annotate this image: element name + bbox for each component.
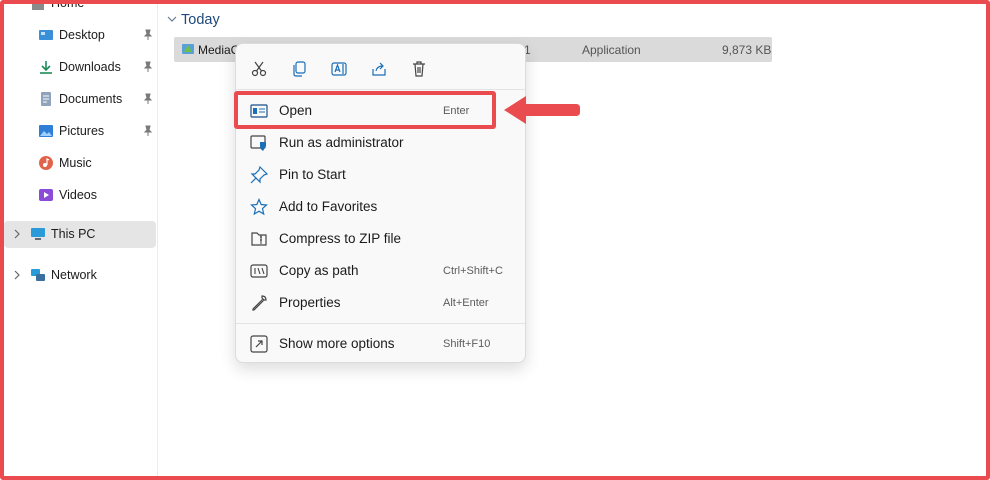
- file-name: MediaC: [198, 43, 240, 57]
- sidebar-item-pictures[interactable]: Pictures: [4, 118, 156, 144]
- network-icon: [31, 269, 45, 281]
- star-icon: [250, 198, 268, 216]
- sidebar-item-label: Documents: [59, 92, 123, 106]
- home-icon: [32, 0, 44, 10]
- zip-icon: [251, 232, 267, 246]
- rename-button[interactable]: [327, 58, 351, 80]
- highlight-box: [234, 91, 496, 129]
- share-icon: [372, 62, 386, 76]
- menu-item-show-more-options[interactable]: Show more options Shift+F10: [240, 329, 521, 357]
- menu-item-shortcut: Ctrl+Shift+C: [443, 265, 503, 277]
- menu-item-label: Pin to Start: [279, 167, 346, 182]
- downloads-icon: [40, 61, 52, 74]
- menu-item-compress-to-zip[interactable]: Compress to ZIP file: [240, 224, 521, 252]
- chevron-right-icon[interactable]: [12, 269, 22, 281]
- sidebar-item-home[interactable]: Home: [4, 0, 156, 16]
- menu-item-add-to-favorites[interactable]: Add to Favorites: [240, 192, 521, 220]
- menu-item-copy-as-path[interactable]: Copy as path Ctrl+Shift+C: [240, 256, 521, 284]
- pin-icon[interactable]: [142, 93, 154, 105]
- file-size: 9,873 KB: [722, 43, 772, 57]
- sidebar-item-downloads[interactable]: Downloads: [4, 54, 156, 80]
- application-icon: [182, 44, 194, 54]
- sidebar-item-videos[interactable]: Videos: [4, 182, 156, 208]
- chevron-down-icon[interactable]: [12, 0, 22, 9]
- sidebar-item-music[interactable]: Music: [4, 150, 156, 176]
- menu-item-shortcut: Shift+F10: [443, 338, 491, 350]
- arrow-icon: [504, 96, 580, 124]
- menu-item-label: Run as administrator: [279, 135, 404, 150]
- sidebar-item-label: Pictures: [59, 124, 105, 138]
- copy-icon: [293, 61, 306, 77]
- sidebar-item-label: Network: [51, 268, 97, 282]
- group-header-today[interactable]: Today: [181, 12, 220, 28]
- menu-item-shortcut: Alt+Enter: [443, 297, 489, 309]
- sidebar-item-label: This PC: [51, 227, 96, 241]
- wrench-icon: [252, 295, 267, 311]
- copy-path-icon: [250, 264, 268, 278]
- computer-icon: [31, 228, 45, 240]
- sidebar-item-this-pc[interactable]: This PC: [4, 221, 156, 248]
- music-icon: [39, 156, 53, 170]
- file-type: Application: [582, 43, 641, 57]
- sidebar-item-label: Videos: [59, 188, 97, 202]
- copy-button[interactable]: [287, 58, 311, 80]
- sidebar-item-label: Downloads: [59, 60, 121, 74]
- rename-icon: [331, 62, 347, 76]
- cut-button[interactable]: [247, 58, 271, 80]
- menu-item-pin-to-start[interactable]: Pin to Start: [240, 160, 521, 188]
- desktop-icon: [39, 30, 53, 40]
- menu-item-label: Show more options: [279, 336, 395, 351]
- more-options-icon: [250, 335, 268, 353]
- pictures-icon: [39, 125, 53, 137]
- menu-separator: [236, 323, 525, 324]
- sidebar-item-network[interactable]: Network: [4, 262, 156, 288]
- menu-item-properties[interactable]: Properties Alt+Enter: [240, 288, 521, 316]
- menu-item-label: Copy as path: [279, 263, 359, 278]
- menu-item-label: Add to Favorites: [279, 199, 378, 214]
- sidebar-item-label: Desktop: [59, 28, 105, 42]
- shield-icon: [250, 135, 266, 151]
- delete-icon: [413, 61, 425, 77]
- cut-icon: [251, 61, 267, 77]
- navigation-pane: Home Desktop Downloads Documents Picture…: [4, 0, 158, 476]
- sidebar-item-desktop[interactable]: Desktop: [4, 22, 156, 48]
- pin-icon[interactable]: [142, 125, 154, 137]
- pin-icon: [250, 166, 268, 184]
- videos-icon: [39, 189, 53, 201]
- pin-icon[interactable]: [142, 29, 154, 41]
- menu-item-run-as-administrator[interactable]: Run as administrator: [240, 128, 521, 156]
- menu-separator: [236, 89, 525, 90]
- chevron-right-icon[interactable]: [12, 228, 22, 240]
- delete-button[interactable]: [407, 58, 431, 80]
- pin-icon[interactable]: [142, 61, 154, 73]
- chevron-down-icon[interactable]: [167, 15, 177, 23]
- share-button[interactable]: [367, 58, 391, 80]
- sidebar-item-label: Music: [59, 156, 92, 170]
- menu-item-label: Properties: [279, 295, 341, 310]
- menu-item-label: Compress to ZIP file: [279, 231, 402, 246]
- sidebar-item-label: Home: [51, 0, 85, 10]
- documents-icon: [41, 92, 51, 106]
- sidebar-item-documents[interactable]: Documents: [4, 86, 156, 112]
